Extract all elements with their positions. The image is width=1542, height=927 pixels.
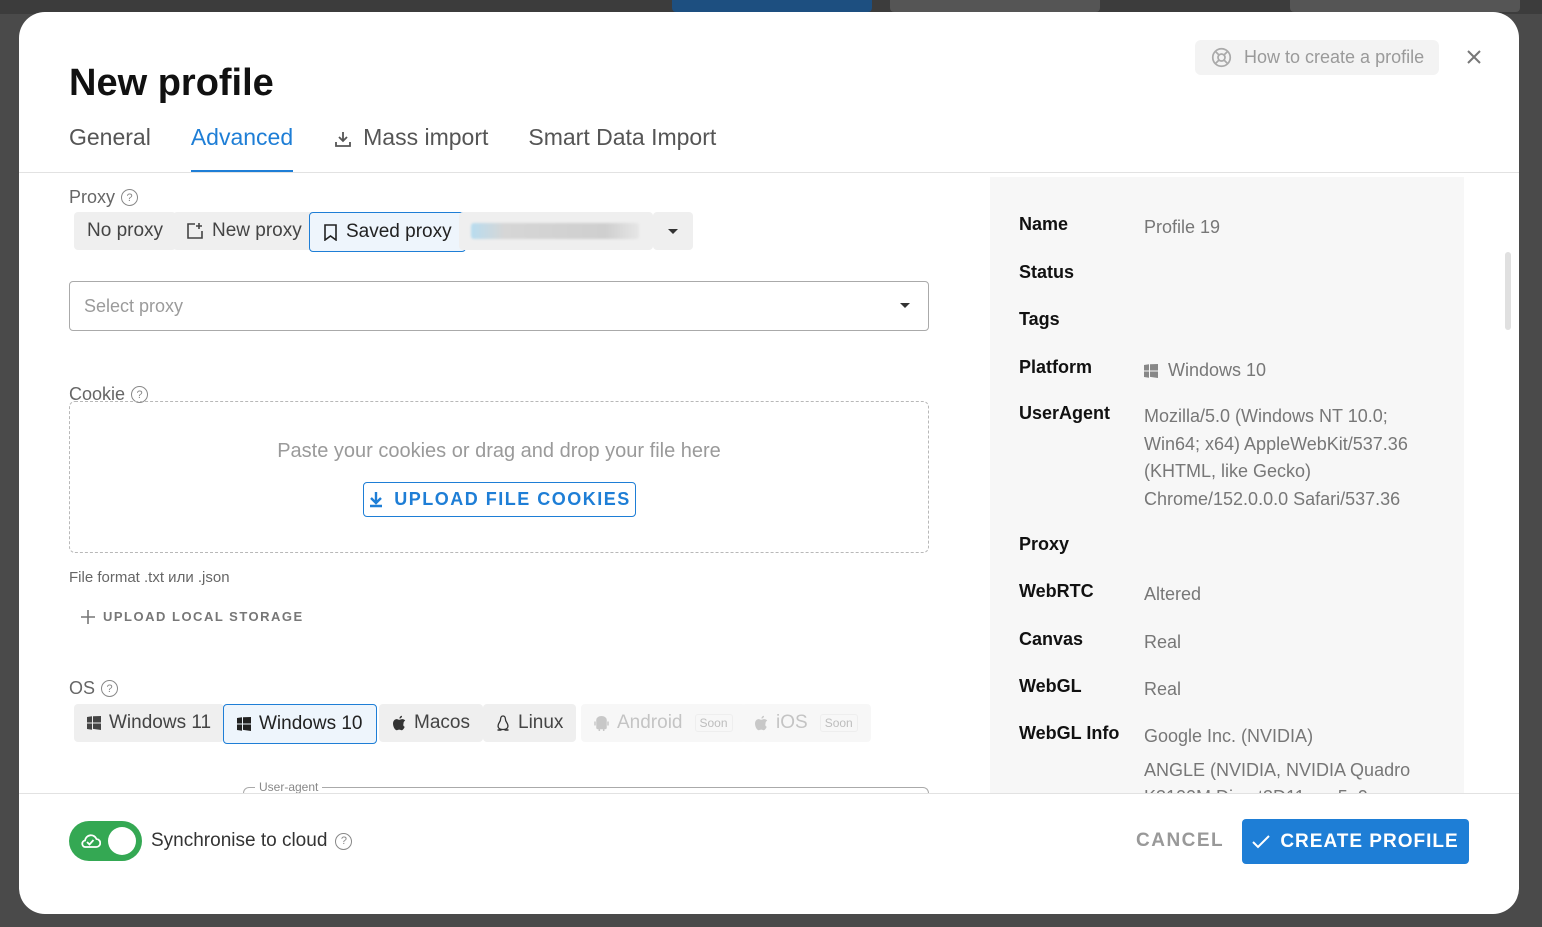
os-macos-chip[interactable]: Macos — [379, 704, 483, 742]
summary-row-canvas: Canvas Real — [1019, 629, 1182, 652]
help-icon[interactable]: ? — [335, 832, 353, 850]
user-agent-label: User-agent — [255, 780, 323, 793]
background-search — [1290, 0, 1520, 12]
caret-down-icon — [900, 303, 910, 308]
profile-summary-panel: Name Profile 19 Status Tags Platform Win… — [990, 177, 1464, 793]
os-windows-10-chip[interactable]: Windows 10 — [223, 704, 377, 744]
os-windows-11-chip[interactable]: Windows 11 — [74, 704, 225, 742]
summary-row-webgl: WebGL Real — [1019, 676, 1182, 699]
tab-smart-data-import[interactable]: Smart Data Import — [528, 124, 716, 172]
add-box-icon — [187, 223, 203, 239]
summary-row-proxy: Proxy — [1019, 534, 1070, 554]
create-profile-button[interactable]: CREATE PROFILE — [1242, 819, 1469, 864]
select-proxy-placeholder: Select proxy — [84, 295, 184, 316]
help-icon[interactable]: ? — [121, 189, 139, 206]
webgl-renderer: ANGLE (NVIDIA, NVIDIA Quadro K3100M Dire… — [1144, 759, 1411, 794]
cookie-file-format-hint: File format .txt или .json — [69, 569, 230, 586]
advanced-settings-panel: Proxy? No proxy New proxy Saved proxy Se… — [19, 173, 989, 793]
summary-row-platform: Platform Windows 10 — [1019, 357, 1267, 380]
new-proxy-chip[interactable]: New proxy — [173, 212, 315, 250]
sync-to-cloud-label: Synchronise to cloud ? — [151, 830, 353, 852]
cloud-check-icon — [81, 834, 101, 848]
dialog-title: New profile — [69, 62, 274, 104]
tab-bar: General Advanced Mass import Smart Data … — [69, 124, 756, 172]
upload-local-storage-button[interactable]: UPLOAD LOCAL STORAGE — [81, 609, 304, 624]
cancel-button[interactable]: CANCEL — [1136, 830, 1224, 852]
summary-row-status: Status — [1019, 262, 1075, 282]
saved-proxy-dropdown[interactable] — [459, 212, 653, 250]
saved-proxy-menu-button[interactable] — [653, 212, 693, 250]
cookie-dropzone[interactable]: Paste your cookies or drag and drop your… — [69, 401, 929, 553]
summary-row-name: Name Profile 19 — [1019, 214, 1221, 237]
caret-down-icon — [668, 229, 678, 234]
how-to-create-label: How to create a profile — [1244, 47, 1425, 67]
summary-row-webrtc: WebRTC Altered — [1019, 581, 1202, 604]
tab-mass-import[interactable]: Mass import — [333, 124, 488, 172]
summary-scrollbar[interactable] — [1505, 252, 1511, 330]
redacted-proxy-name — [471, 223, 639, 239]
no-proxy-chip[interactable]: No proxy — [74, 212, 177, 250]
bookmark-icon — [324, 223, 337, 241]
summary-row-webgl-info: WebGL Info Google Inc. (NVIDIA) ANGLE (N… — [1019, 723, 1439, 793]
os-section-label: OS? — [69, 678, 119, 699]
background-quick-profile-button — [890, 0, 1100, 12]
tab-general[interactable]: General — [69, 124, 151, 172]
download-icon — [335, 132, 352, 147]
background-create-button — [672, 0, 872, 12]
os-android-chip: Android Soon — [581, 704, 746, 742]
how-to-create-button[interactable]: How to create a profile — [1195, 40, 1439, 75]
lifebuoy-icon — [1211, 47, 1232, 68]
apple-icon — [393, 715, 406, 731]
dropzone-text: Paste your cookies or drag and drop your… — [277, 440, 721, 462]
download-icon — [370, 492, 383, 508]
footer-divider — [19, 793, 1519, 794]
saved-proxy-chip[interactable]: Saved proxy — [309, 212, 466, 252]
select-proxy-field[interactable]: Select proxy — [69, 281, 929, 331]
upload-file-cookies-button[interactable]: UPLOAD FILE COOKIES — [363, 482, 636, 517]
toggle-knob — [108, 827, 136, 855]
plus-icon — [81, 609, 95, 624]
os-ios-chip: iOS Soon — [741, 704, 871, 742]
windows-icon — [1144, 363, 1158, 378]
webgl-vendor: Google Inc. (NVIDIA) — [1144, 726, 1314, 746]
summary-row-tags: Tags — [1019, 309, 1060, 329]
close-icon[interactable] — [1465, 48, 1483, 66]
soon-badge: Soon — [819, 714, 858, 732]
linux-icon — [497, 715, 509, 731]
android-icon — [594, 715, 609, 731]
help-icon[interactable]: ? — [101, 680, 119, 697]
new-profile-dialog: New profile How to create a profile Gene… — [19, 12, 1519, 914]
apple-icon — [755, 715, 768, 731]
check-icon — [1252, 834, 1271, 848]
proxy-section-label: Proxy? — [69, 187, 139, 208]
os-linux-chip[interactable]: Linux — [483, 704, 577, 742]
soon-badge: Soon — [694, 714, 733, 732]
tab-advanced[interactable]: Advanced — [190, 124, 294, 172]
summary-row-useragent: UserAgent Mozilla/5.0 (Windows NT 10.0; … — [1019, 403, 1408, 509]
windows-icon — [237, 717, 251, 731]
sync-to-cloud-toggle[interactable] — [69, 821, 142, 861]
windows-icon — [87, 716, 101, 730]
